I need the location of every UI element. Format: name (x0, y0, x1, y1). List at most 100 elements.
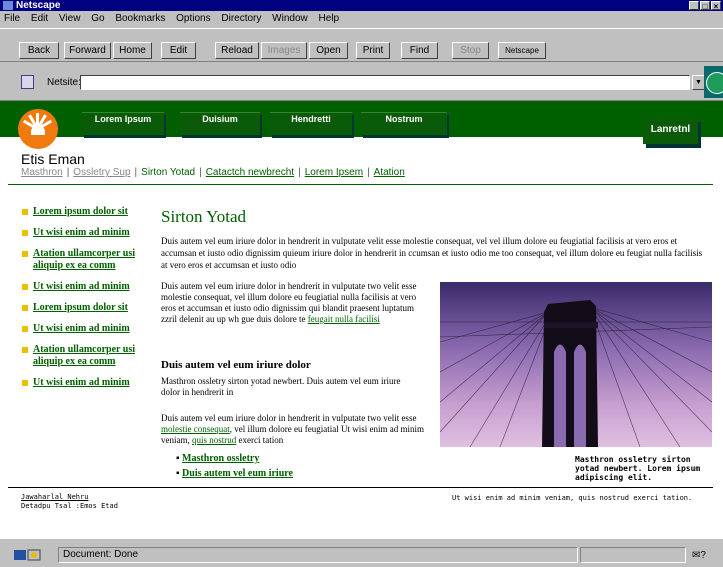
status-bar: Document: Done ✉? (0, 544, 723, 567)
status-text: Document: Done (58, 547, 578, 563)
window-title: Netscape (16, 0, 61, 11)
menu-bar: File Edit View Go Bookmarks Options Dire… (0, 12, 723, 25)
reload-button[interactable]: Reload (215, 42, 259, 59)
site-name: Etis Eman (21, 151, 85, 167)
bullet-link[interactable]: Duis autem vel eum iriure (182, 468, 293, 479)
open-button[interactable]: Open (309, 42, 348, 59)
footer-credits: Jawaharlal Nehru Detadpu Tsal :Emos Etad (21, 493, 118, 511)
mail-icon[interactable]: ✉? (692, 550, 706, 561)
breadcrumb-masthron[interactable]: Masthron (21, 167, 63, 178)
netscape-button[interactable]: Netscape (498, 42, 546, 59)
sidenav-item: Lorem ipsum dolor sit (22, 206, 142, 218)
sidenav-link[interactable]: Lorem ipsum dolor sit (33, 302, 128, 313)
sidenav-link[interactable]: Lorem ipsum dolor sit (33, 206, 128, 217)
back-button[interactable]: Back (19, 42, 59, 59)
breadcrumb-separator: | (367, 167, 370, 178)
inline-link[interactable]: quis nostrud (192, 435, 236, 445)
menu-window[interactable]: Window (272, 13, 308, 24)
bullet-icon (22, 326, 28, 332)
header-divider (8, 184, 713, 185)
bullet-icon (22, 305, 28, 311)
article-paragraph: Duis autem vel eum iriure dolor in hendr… (161, 413, 431, 446)
navigation-toolbar: Back Forward Home Edit Reload Images Ope… (0, 28, 723, 62)
menu-options[interactable]: Options (176, 13, 210, 24)
edit-button[interactable]: Edit (161, 42, 196, 59)
footer-date: Detadpu Tsal :Emos Etad (21, 502, 118, 510)
footer-author[interactable]: Jawaharlal Nehru (21, 493, 118, 502)
progress-panel (580, 547, 686, 563)
forward-button[interactable]: Forward (64, 42, 111, 59)
photo-caption: Masthron ossletry sirton yotad newbert. … (575, 455, 701, 482)
nav-tab-nostrum[interactable]: Nostrum (361, 112, 447, 135)
list-item: ▪ Masthron ossletry (176, 453, 260, 464)
sidenav-link[interactable]: Atation ullamcorper usi aliquip ex ea co… (33, 344, 135, 367)
nav-tab-lorem-ipsum[interactable]: Lorem Ipsum (82, 112, 164, 135)
sidenav-item: Atation ullamcorper usi aliquip ex ea co… (22, 248, 142, 272)
home-button[interactable]: Home (113, 42, 152, 59)
footer-divider (8, 487, 713, 488)
menu-file[interactable]: File (4, 13, 20, 24)
breadcrumb-separator: | (199, 167, 202, 178)
bullet-icon (22, 347, 28, 353)
breadcrumb-lorem-ipsem[interactable]: Lorem Ipsem (305, 167, 363, 178)
menu-go[interactable]: Go (91, 13, 104, 24)
bridge-photo (440, 282, 712, 447)
find-button[interactable]: Find (401, 42, 438, 59)
nav-tab-lanretnl[interactable]: Lanretnl (643, 118, 698, 144)
sidenav-item: Atation ullamcorper usi aliquip ex ea co… (22, 344, 142, 368)
article-paragraph: Duis autem vel eum iriure dolor in hendr… (161, 281, 431, 325)
menu-edit[interactable]: Edit (31, 13, 48, 24)
footer-tagline: Ut wisi enim ad minim veniam, quis nostr… (452, 494, 693, 502)
nav-tab-duisium[interactable]: Duisium (180, 112, 260, 135)
sidenav-link[interactable]: Ut wisi enim ad minim (33, 377, 130, 388)
bullet-link[interactable]: Masthron ossletry (182, 453, 259, 464)
sidenav-item: Ut wisi enim ad minim (22, 281, 142, 293)
sidenav-link[interactable]: Atation ullamcorper usi aliquip ex ea co… (33, 248, 135, 271)
page-content: Lorem Ipsum Duisium Hendretti Nostrum La… (0, 101, 723, 539)
article-title: Sirton Yotad (161, 207, 247, 226)
section-heading: Duis autem vel eum iriure dolor (161, 359, 311, 371)
maximize-icon[interactable]: □ (700, 1, 710, 11)
menu-help[interactable]: Help (319, 13, 340, 24)
sidenav-item: Ut wisi enim ad minim (22, 323, 142, 335)
breadcrumb-sirton-yotad[interactable]: Sirton Yotad (141, 167, 195, 178)
netscape-logo-icon (3, 1, 13, 10)
url-input[interactable] (80, 75, 690, 90)
print-button[interactable]: Print (356, 42, 390, 59)
bullet-icon (22, 380, 28, 386)
security-key-icon[interactable] (14, 549, 54, 561)
nav-tab-hendretti[interactable]: Hendretti (270, 112, 352, 135)
side-navigation: Lorem ipsum dolor sit Ut wisi enim ad mi… (22, 206, 142, 398)
site-logo-icon[interactable] (18, 109, 58, 149)
breadcrumb: Masthron | Ossletry Sup | Sirton Yotad | Catac… (21, 167, 405, 178)
bullet-icon (22, 284, 28, 290)
netscape-throbber-icon (704, 66, 723, 98)
sidenav-link[interactable]: Ut wisi enim ad minim (33, 227, 130, 238)
sidenav-link[interactable]: Ut wisi enim ad minim (33, 323, 130, 334)
inline-link[interactable]: feugait nulla facilisi (308, 314, 380, 324)
bookmark-icon[interactable] (21, 75, 34, 89)
paragraph-text: Duis autem vel eum iriure dolor in hendr… (161, 413, 417, 423)
sidenav-link[interactable]: Ut wisi enim ad minim (33, 281, 130, 292)
sidenav-item: Lorem ipsum dolor sit (22, 302, 142, 314)
sidenav-item: Ut wisi enim ad minim (22, 227, 142, 239)
menu-directory[interactable]: Directory (221, 13, 261, 24)
inline-link[interactable]: molestie consequat (161, 424, 230, 434)
close-icon[interactable]: × (711, 1, 721, 11)
images-button[interactable]: Images (261, 42, 307, 59)
breadcrumb-atation[interactable]: Atation (374, 167, 405, 178)
breadcrumb-separator: | (134, 167, 138, 178)
list-item: ▪ Duis autem vel eum iriure (176, 468, 293, 479)
breadcrumb-catactch-newbrecht[interactable]: Catactch newbrecht (206, 167, 294, 178)
sidenav-item: Ut wisi enim ad minim (22, 377, 142, 389)
section-paragraph: Masthron ossletry sirton yotad newbert. … (161, 376, 401, 397)
menu-view[interactable]: View (59, 13, 81, 24)
menu-bookmarks[interactable]: Bookmarks (115, 13, 165, 24)
bullet-list: ▪ Masthron ossletry ▪ Duis autem vel eum… (176, 453, 293, 483)
breadcrumb-ossletry-sup[interactable]: Ossletry Sup (73, 167, 130, 178)
stop-button[interactable]: Stop (452, 42, 489, 59)
paragraph-text: exerci tation (238, 435, 284, 445)
minimize-icon[interactable]: _ (689, 1, 699, 11)
window-controls: _ □ × (688, 1, 721, 11)
breadcrumb-separator: | (298, 167, 301, 178)
